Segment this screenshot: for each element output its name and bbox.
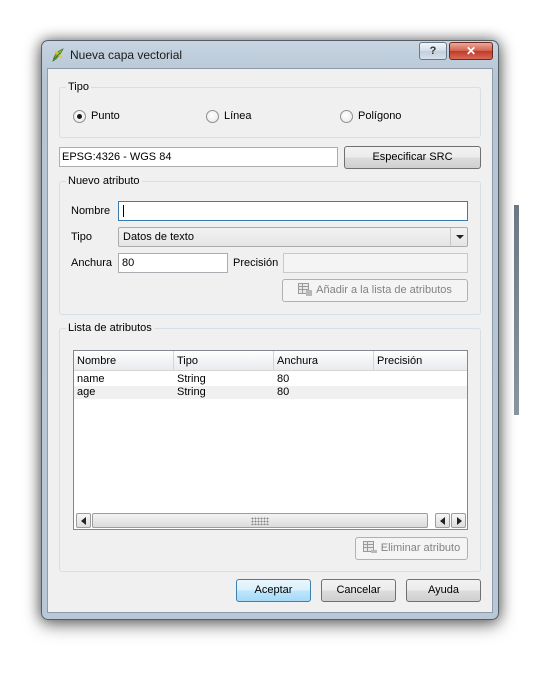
radio-punto-circle[interactable] — [73, 110, 86, 123]
remove-from-table-icon — [362, 540, 377, 553]
radio-punto-label[interactable]: Punto — [91, 110, 120, 122]
attribute-width-input[interactable]: 80 — [118, 253, 228, 273]
column-header-nombre[interactable]: Nombre — [74, 351, 174, 371]
add-attribute-label: Añadir a la lista de atributos — [316, 284, 452, 296]
width-label: Anchura — [71, 257, 112, 269]
arrow-right-icon — [457, 517, 462, 525]
remove-attribute-button[interactable]: Eliminar atributo — [355, 537, 468, 560]
name-label: Nombre — [71, 205, 111, 217]
type-label: Tipo — [71, 231, 92, 243]
column-header-tipo[interactable]: Tipo — [174, 351, 274, 371]
crs-field[interactable]: EPSG:4326 - WGS 84 — [59, 147, 338, 167]
attribute-type-value: Datos de texto — [123, 231, 194, 243]
title-help-button[interactable]: ? — [419, 42, 447, 60]
radio-linea-label[interactable]: Línea — [224, 110, 252, 122]
table-cell — [374, 386, 377, 399]
scroll-left-button[interactable] — [76, 513, 91, 528]
tipo-group-title: Tipo — [66, 81, 91, 94]
scroll-right-button[interactable] — [451, 513, 466, 528]
arrow-left-icon — [440, 517, 445, 525]
cancel-button[interactable]: Cancelar — [321, 579, 396, 602]
qgis-logo-icon — [52, 48, 64, 62]
scroll-left-button-2[interactable] — [435, 513, 450, 528]
dropdown-arrow[interactable] — [450, 228, 467, 246]
scrollbar-thumb[interactable] — [92, 513, 428, 528]
dialog-body: Tipo Punto Línea Polígono EPSG:4326 - WG… — [47, 68, 493, 613]
table-header: Nombre Tipo Anchura Precisión — [74, 351, 467, 371]
specify-crs-button[interactable]: Especificar SRC — [344, 146, 481, 169]
attribute-type-select[interactable]: Datos de texto — [118, 227, 468, 247]
table-cell: 80 — [277, 386, 290, 398]
chevron-down-icon — [456, 235, 464, 239]
close-button[interactable]: ✕ — [449, 42, 493, 60]
column-header-anchura[interactable]: Anchura — [274, 351, 374, 371]
table-cell: age — [77, 386, 96, 398]
table-row[interactable]: age String 80 — [74, 386, 467, 399]
background-strip — [514, 205, 519, 415]
title-bar[interactable]: Nueva capa vectorial ? ✕ — [42, 41, 498, 69]
table-cell: name — [77, 373, 105, 385]
arrow-left-icon — [81, 517, 86, 525]
attribute-precision-input[interactable] — [283, 253, 468, 273]
radio-poligono-circle[interactable] — [340, 110, 353, 123]
horizontal-scrollbar[interactable] — [75, 513, 466, 528]
radio-linea-circle[interactable] — [206, 110, 219, 123]
grip-icon — [251, 517, 269, 525]
table-cell: String — [177, 386, 206, 398]
column-header-precision[interactable]: Precisión — [374, 351, 467, 371]
remove-attribute-label: Eliminar atributo — [380, 542, 461, 554]
attribute-name-input[interactable] — [118, 201, 468, 221]
table-row[interactable]: name String 80 — [74, 373, 467, 386]
attribute-list-title: Lista de atributos — [66, 322, 154, 335]
table-cell: String — [177, 373, 206, 385]
radio-poligono-label[interactable]: Polígono — [358, 110, 401, 122]
radio-selected-dot — [77, 114, 82, 119]
ok-button[interactable]: Aceptar — [236, 579, 311, 602]
help-button[interactable]: Ayuda — [406, 579, 481, 602]
window-title: Nueva capa vectorial — [70, 48, 183, 62]
precision-label: Precisión — [233, 257, 279, 269]
table-cell — [374, 373, 377, 386]
add-to-table-icon — [298, 282, 313, 296]
tipo-groupbox — [59, 87, 481, 138]
table-cell: 80 — [277, 373, 290, 385]
attribute-table[interactable]: Nombre Tipo Anchura Precisión name Strin… — [73, 350, 468, 530]
add-attribute-button[interactable]: Añadir a la lista de atributos — [282, 279, 468, 302]
new-attribute-title: Nuevo atributo — [66, 175, 142, 188]
text-caret — [123, 205, 124, 218]
